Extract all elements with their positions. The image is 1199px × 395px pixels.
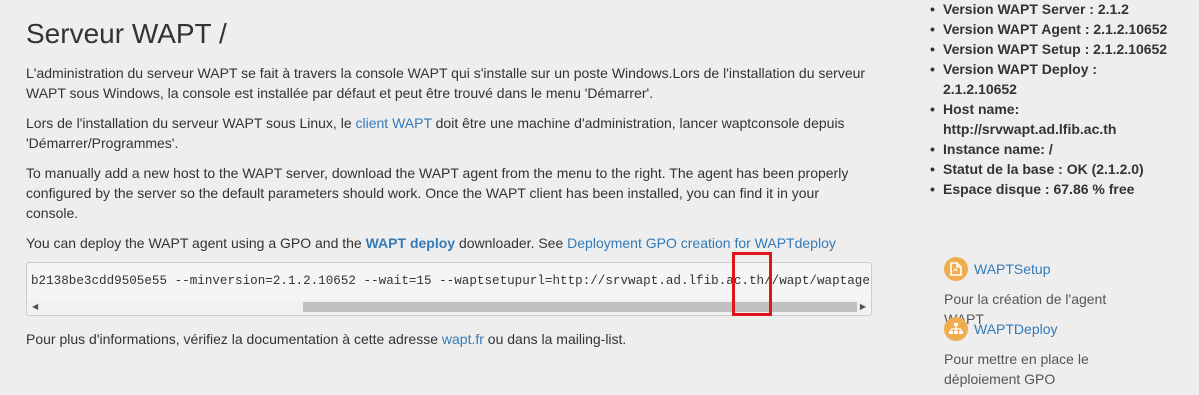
more-text-before: Pour plus d'informations, vérifiez la do… bbox=[26, 331, 442, 347]
info-item: Version WAPT Setup : 2.1.2.10652 bbox=[928, 39, 1173, 59]
linux-text-before: Lors de l'installation du serveur WAPT s… bbox=[26, 115, 356, 131]
info-item: Version WAPT Agent : 2.1.2.10652 bbox=[928, 19, 1173, 39]
info-item: Host name: http://srvwapt.ad.lfib.ac.th bbox=[928, 99, 1173, 139]
highlight-annotation bbox=[732, 252, 772, 316]
wapt-fr-link[interactable]: wapt.fr bbox=[442, 331, 484, 347]
server-info-list: Version WAPT Server : 2.1.2 Version WAPT… bbox=[928, 0, 1173, 199]
deployment-gpo-link[interactable]: Deployment GPO creation for WAPTdeploy bbox=[567, 235, 836, 251]
client-wapt-link[interactable]: client WAPT bbox=[356, 115, 432, 131]
scroll-right-icon[interactable]: ▶ bbox=[860, 303, 866, 311]
info-item: Instance name: / bbox=[928, 139, 1173, 159]
gpo-paragraph: You can deploy the WAPT agent using a GP… bbox=[26, 233, 874, 253]
waptsetup-label: WAPTSetup bbox=[974, 261, 1051, 277]
scrollbar-thumb[interactable] bbox=[303, 302, 857, 312]
waptdeploy-link[interactable]: WAPTDeploy bbox=[944, 317, 1058, 341]
more-info-paragraph: Pour plus d'informations, vérifiez la do… bbox=[26, 329, 874, 349]
info-item: Version WAPT Deploy : 2.1.2.10652 bbox=[928, 59, 1173, 99]
more-text-after: ou dans la mailing-list. bbox=[483, 331, 627, 347]
waptsetup-link[interactable]: WAPTSetup bbox=[944, 257, 1051, 281]
info-item: Espace disque : 67.86 % free bbox=[928, 179, 1173, 199]
manual-add-paragraph: To manually add a new host to the WAPT s… bbox=[26, 165, 849, 221]
page-title: Serveur WAPT / bbox=[26, 18, 227, 49]
wapt-deploy-strong: WAPT deploy bbox=[365, 235, 456, 251]
file-icon bbox=[944, 257, 968, 281]
gpo-text-middle: downloader. See bbox=[455, 235, 568, 251]
waptdeploy-description: Pour mettre en place le déploiement GPO bbox=[944, 351, 1089, 387]
linux-paragraph: Lors de l'installation du serveur WAPT s… bbox=[26, 113, 874, 153]
intro-paragraph: L'administration du serveur WAPT se fait… bbox=[26, 65, 866, 101]
gpo-text-before: You can deploy the WAPT agent using a GP… bbox=[26, 235, 366, 251]
scroll-left-icon[interactable]: ◀ bbox=[32, 303, 38, 311]
info-item: Statut de la base : OK (2.1.2.0) bbox=[928, 159, 1173, 179]
waptdeploy-label: WAPTDeploy bbox=[974, 321, 1058, 337]
info-item: Version WAPT Server : 2.1.2 bbox=[928, 0, 1173, 19]
sitemap-icon bbox=[944, 317, 968, 341]
